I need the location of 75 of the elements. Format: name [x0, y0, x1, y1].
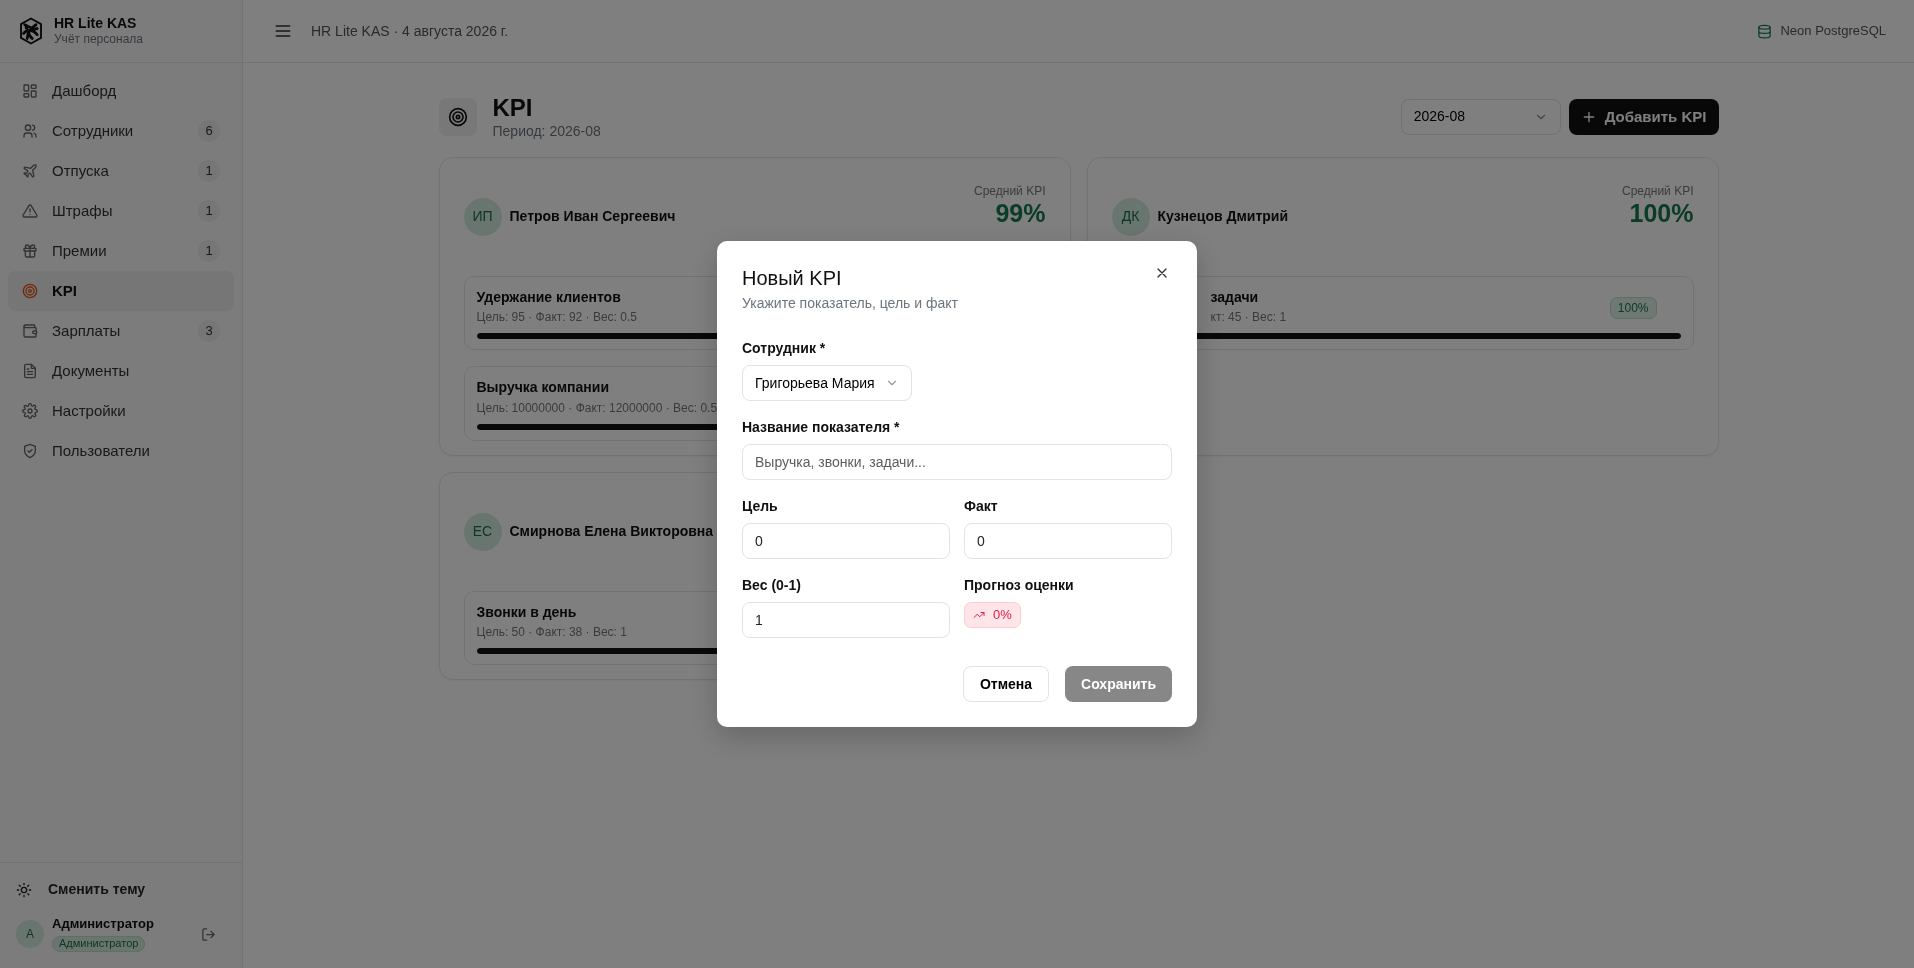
grid-icon: [22, 83, 38, 99]
add-kpi-button[interactable]: Добавить KPI: [1568, 98, 1719, 135]
employee-avatar: ИП: [463, 197, 502, 236]
employee-select[interactable]: Григорьева Мария: [742, 365, 912, 401]
logout-icon: [201, 926, 216, 942]
sidebar-item[interactable]: Штрафы 1: [8, 191, 234, 231]
forecast-label: Прогноз оценки: [964, 576, 1075, 595]
avg-kpi-value: 99%: [994, 199, 1046, 227]
gift-icon: [22, 243, 38, 259]
fact-label: Факт: [964, 497, 999, 516]
settings-icon: [22, 403, 38, 419]
employee-label: Сотрудник *: [742, 339, 827, 358]
employee-name: Кузнецов Дмитрий: [1157, 207, 1289, 226]
theme-toggle[interactable]: Сменить тему: [16, 871, 226, 908]
kpi-name: Звонки в день: [476, 603, 578, 621]
metric-name-field[interactable]: Выручка, звонки, задачи...: [742, 444, 1172, 480]
target-label: Цель: [742, 497, 779, 516]
sidebar-item[interactable]: Документы: [8, 351, 234, 391]
weight-label: Вес (0-1): [742, 576, 802, 595]
kpi-name: Выручка компании: [476, 379, 610, 397]
database-label: Neon PostgreSQL: [1780, 22, 1886, 41]
sidebar-item[interactable]: Дашборд: [8, 71, 234, 111]
employee-avatar: ЕС: [463, 512, 502, 551]
target-icon: [447, 106, 468, 127]
kpi-name: Удержание клиентов: [476, 288, 622, 306]
avg-kpi-label: Средний KPI: [1622, 182, 1694, 200]
shield-icon: [22, 443, 38, 459]
kpi-details: кт: 45 · Вес: 1: [1210, 310, 1287, 325]
score-badge: 100%: [1609, 296, 1657, 319]
sidebar-item[interactable]: Настройки: [8, 391, 234, 431]
count-badge: 3: [198, 320, 220, 342]
target-field[interactable]: 0: [742, 523, 950, 559]
modal-title: Новый KPI: [742, 266, 843, 291]
wallet-icon: [22, 323, 38, 339]
warning-icon: [22, 203, 38, 219]
forecast-badge: 0%: [964, 602, 1021, 628]
employee-name: Смирнова Елена Викторовна: [509, 522, 714, 541]
modal-subtitle: Укажите показатель, цель и факт: [742, 294, 958, 313]
target-icon: [22, 283, 38, 299]
count-badge: 1: [198, 160, 220, 182]
fact-field[interactable]: 0: [964, 523, 1172, 559]
sidebar-item[interactable]: Пользователи: [8, 431, 234, 471]
employee-name: Петров Иван Сергеевич: [509, 207, 676, 226]
page-period: Период: 2026-08: [492, 123, 601, 141]
document-icon: [22, 363, 38, 379]
metric-name-label: Название показателя *: [742, 418, 901, 437]
period-select[interactable]: 2026-08: [1400, 98, 1561, 135]
avg-kpi-value: 100%: [1628, 199, 1694, 227]
sidebar-item[interactable]: Зарплаты 3: [8, 311, 234, 351]
users-icon: [22, 123, 38, 139]
role-badge: Администратор: [52, 936, 146, 952]
page-title: KPI: [492, 93, 534, 123]
kpi-details: Цель: 50 · Факт: 38 · Вес: 1: [476, 625, 627, 640]
sidebar-item[interactable]: Сотрудники 6: [8, 111, 234, 151]
cancel-button[interactable]: Отмена: [962, 666, 1050, 702]
kpi-details: Цель: 95 · Факт: 92 · Вес: 0.5: [476, 310, 637, 325]
count-badge: 1: [198, 200, 220, 222]
employee-avatar: ДК: [1111, 197, 1150, 236]
sun-icon: [16, 881, 32, 898]
kpi-details: Цель: 10000000 · Факт: 12000000 · Вес: 0.5: [476, 400, 718, 416]
user-avatar: А: [16, 920, 44, 948]
header-title: HR Lite KAS · 4 августа 2026 г.: [311, 21, 509, 41]
plane-icon: [22, 163, 38, 179]
count-badge: 1: [198, 240, 220, 262]
count-badge: 6: [198, 120, 220, 142]
weight-field[interactable]: 1: [742, 602, 950, 638]
user-name: Администратор: [52, 916, 154, 933]
sidebar-item[interactable]: KPI: [8, 271, 234, 311]
sidebar-item[interactable]: Отпуска 1: [8, 151, 234, 191]
database-icon: [1757, 23, 1773, 39]
app-subtitle: Учёт персонала: [54, 32, 143, 48]
avg-kpi-label: Средний KPI: [974, 182, 1046, 200]
kpi-name: задачи: [1210, 288, 1260, 306]
app-name: HR Lite KAS: [54, 14, 138, 33]
sidebar-item[interactable]: Премии 1: [8, 231, 234, 271]
